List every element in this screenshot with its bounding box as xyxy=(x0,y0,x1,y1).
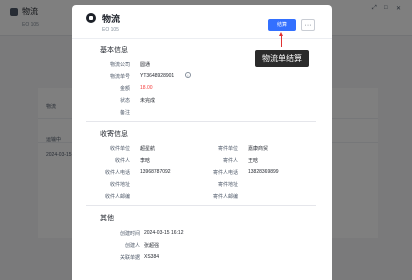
field-label: 收件人 xyxy=(114,158,130,164)
field-value: 13968787092 xyxy=(140,169,171,175)
field-value: 圆通 xyxy=(140,62,151,68)
creator: 张超强 xyxy=(144,243,160,249)
modal-header: 物流 EO 105 结算 ··· xyxy=(72,5,332,39)
field-label: 寄件人 xyxy=(222,158,238,164)
more-actions-button[interactable]: ··· xyxy=(301,19,315,31)
record-id: EO 105 xyxy=(102,27,119,33)
field-label: 收件人邮编 xyxy=(104,194,130,200)
field-label: 收件地址 xyxy=(109,182,130,188)
field-label: 金额 xyxy=(119,86,130,92)
field-label: 收件人电话 xyxy=(104,170,130,176)
modal-title: 物流 xyxy=(102,14,121,24)
field-value: 李晗 xyxy=(140,158,151,164)
field-label: 关联单据 xyxy=(119,255,140,261)
section-basic-info: 基本信息 xyxy=(100,47,128,54)
created-time: 2024-03-15 16:12 xyxy=(144,230,184,236)
section-other: 其他 xyxy=(100,215,114,222)
field-label: 物流公司 xyxy=(109,62,130,68)
section-divider xyxy=(86,121,316,122)
field-label: 创建人 xyxy=(124,243,140,249)
field-label: 状态 xyxy=(119,98,130,104)
tracking-number: YT3648928901 xyxy=(140,73,175,79)
field-label: 寄件单位 xyxy=(217,146,238,152)
field-label: 备注 xyxy=(119,110,130,116)
field-value: 王晗 xyxy=(248,158,259,164)
field-label: 寄件地址 xyxy=(217,182,238,188)
annotation-tooltip: 物流单结算 xyxy=(255,50,309,67)
amount-value: 18.00 xyxy=(140,85,153,91)
field-label: 收件单位 xyxy=(109,146,130,152)
field-label: 创建时间 xyxy=(119,231,140,237)
logistics-icon xyxy=(86,13,96,23)
info-icon[interactable]: i xyxy=(185,72,191,78)
field-value: 13828369899 xyxy=(248,169,279,175)
field-value: 超星航 xyxy=(140,146,156,152)
annotation-arrow-line xyxy=(281,35,282,47)
field-value: 嘉康商贸 xyxy=(248,146,269,152)
section-divider xyxy=(86,205,316,206)
field-label: 寄件人邮编 xyxy=(212,194,238,200)
field-label: 物流单号 xyxy=(109,74,130,80)
field-label: 寄件人电话 xyxy=(212,170,238,176)
status-value: 未完成 xyxy=(140,98,156,104)
settle-button[interactable]: 结算 xyxy=(268,19,296,31)
logistics-detail-modal: 物流 EO 105 结算 ··· 基本信息 物流公司 圆通 物流单号 YT364… xyxy=(72,5,332,280)
section-shipping-info: 收寄信息 xyxy=(100,131,128,138)
related-document: XS384 xyxy=(144,254,160,260)
